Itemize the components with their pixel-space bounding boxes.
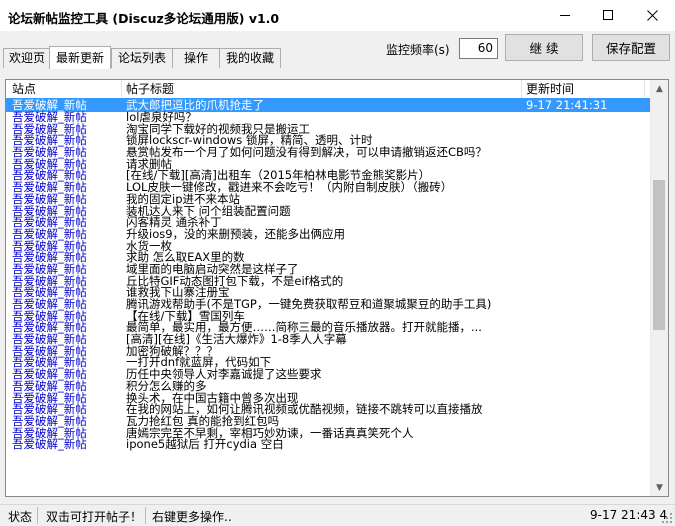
window-title: 论坛新帖监控工具 (Discuz多论坛通用版) v1.0 [8,11,280,26]
table-row[interactable]: 吾爱破解_新帖 lol虐泉好吗？ [6,111,651,124]
list-header: 站点 帖子标题 更新时间 [6,80,651,98]
title-bar: 论坛新帖监控工具 (Discuz多论坛通用版) v1.0 [0,0,675,31]
row-title: 悬赏帖发布一个月了如何问题没有得到解决，可以申请撤销返还CB吗？ [126,145,487,160]
vertical-scrollbar[interactable]: ▲ ▼ [650,80,668,496]
table-row[interactable]: 吾爱破解_新帖 LOL皮肤一键修改，戳进来不会吃亏！（内附自制皮肤）（搬砖） [6,181,651,194]
table-row[interactable]: 吾爱破解_新帖 [高清][在线]《生活大爆炸》1-8季人人字幕 [6,333,651,346]
row-site: 吾爱破解_新帖 [12,437,87,452]
column-header-title[interactable]: 帖子标题 [126,80,174,98]
tab-operations[interactable]: 操作 [172,48,220,68]
column-header-site[interactable]: 站点 [12,80,36,98]
continue-button[interactable]: 继 续 [505,34,583,61]
maximize-icon [602,10,613,20]
row-time: 9-17 21:41:31 [526,98,608,112]
table-row[interactable]: 吾爱破解_新帖 武大郎把逗比的爪机抢走了 9-17 21:41:31 [6,98,651,112]
scroll-down-arrow-icon[interactable]: ▼ [651,479,668,496]
status-divider [145,507,146,524]
table-row[interactable]: 吾爱破解_新帖 丘比特GIF动态图打包下载，不是eif格式的 [6,275,651,288]
table-row[interactable]: 吾爱破解_新帖 在我的网站上，如何让腾讯视频或优酷视频，链接不跳转可以直接播放 [6,403,651,416]
status-clock: 9-17 21:43 4 [590,508,668,522]
posts-list[interactable]: 站点 帖子标题 更新时间 吾爱破解_新帖 武大郎把逗比的爪机抢走了 9-17 21:… [5,79,669,497]
tab-welcome[interactable]: 欢迎页 [3,48,51,68]
table-row[interactable]: 吾爱破解_新帖 历任中央领导人对李嘉诚提了这些要求 [6,368,651,381]
column-divider[interactable] [121,80,122,98]
maximize-button[interactable] [586,0,630,31]
table-row[interactable]: 吾爱破解_新帖 水货一枚 [6,240,651,253]
tab-favorites[interactable]: 我的收藏 [219,48,281,68]
status-label: 状态 [8,510,33,524]
table-row[interactable]: 吾爱破解_新帖 唐嫣宗完至不早剩，宰相巧妙劝谏，一番话真真笑死个人 [6,427,651,440]
minimize-button[interactable] [543,0,587,31]
column-divider[interactable] [521,80,522,98]
close-button[interactable] [630,0,674,31]
row-title: ipone5越狱后 打开cydia 空白 [126,437,284,452]
table-row[interactable]: 吾爱破解_新帖 装机达人来下 问个组装配置问题 [6,205,651,218]
table-row[interactable]: 吾爱破解_新帖 一打开dnf就蓝屏，代码如下 [6,357,651,369]
monitor-frequency-input[interactable]: 60 [459,38,498,59]
monitor-frequency-label: 监控频率(s) [386,43,450,57]
status-hint-double-click: 双击可打开帖子！ [46,510,143,524]
column-divider[interactable] [644,80,645,98]
status-hint-right-click: 右键更多操作.. [152,510,232,524]
resize-grip-icon[interactable] [661,512,673,524]
save-config-button[interactable]: 保存配置 [592,34,670,61]
scrollbar-thumb[interactable] [653,180,665,330]
table-row[interactable]: 吾爱破解_新帖 加密狗破解？？？ [6,345,651,358]
scroll-up-arrow-icon[interactable]: ▲ [651,80,668,97]
table-row[interactable]: 吾爱破解_新帖 ipone5越狱后 打开cydia 空白 [6,439,651,451]
status-bar: 状态 双击可打开帖子！ 右键更多操作.. 9-17 21:43 4 [0,504,675,526]
table-row[interactable]: 吾爱破解_新帖 求助 怎么取EAX里的数 [6,252,651,264]
table-row[interactable]: 吾爱破解_新帖 积分怎么赚的多 [6,380,651,393]
close-icon [646,10,658,21]
table-row[interactable]: 吾爱破解_新帖 悬赏帖发布一个月了如何问题没有得到解决，可以申请撤销返还CB吗？ [6,145,651,160]
list-rows: 吾爱破解_新帖 武大郎把逗比的爪机抢走了 9-17 21:41:31 吾爱破解_新帖 l… [6,98,651,451]
tab-forum-list[interactable]: 论坛列表 [111,48,173,68]
table-row[interactable]: 吾爱破解_新帖 腾讯游戏帮助手(不是TGP，一键免费获取帮豆和道聚城聚豆的助手工具… [6,298,651,311]
minimize-icon [559,15,570,16]
column-header-time[interactable]: 更新时间 [526,80,574,98]
table-row[interactable]: 吾爱破解_新帖 升级ios9，没的来删预装，还能多出俩应用 [6,228,651,241]
table-row[interactable]: 吾爱破解_新帖 我的固定ip进不来本站 [6,193,651,206]
tab-latest-updates[interactable]: 最新更新 [49,46,111,69]
status-divider [37,507,38,524]
